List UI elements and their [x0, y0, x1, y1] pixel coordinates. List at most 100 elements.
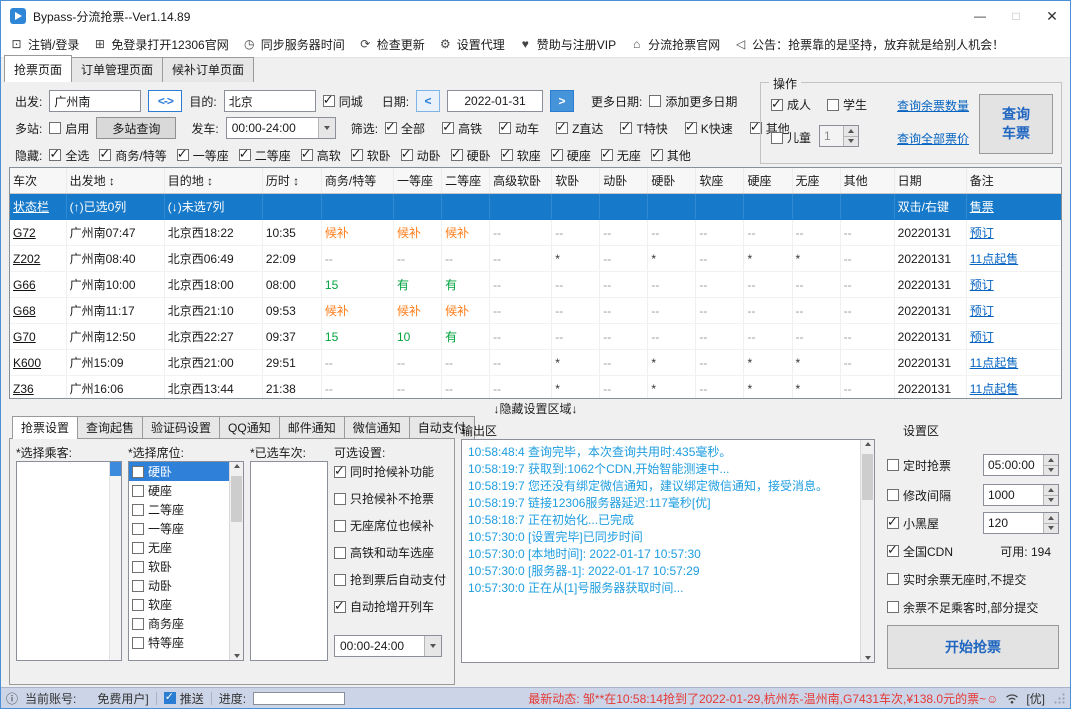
stepper-up-icon[interactable]	[1044, 513, 1058, 523]
scroll-down-icon[interactable]	[861, 656, 874, 660]
stepper-down-icon[interactable]	[1044, 522, 1058, 533]
column-header[interactable]: 一等座	[393, 168, 443, 194]
seat-option[interactable]: 特等座	[129, 633, 229, 652]
menubar-item[interactable]: ⚙ 设置代理	[438, 36, 505, 53]
scroll-up-icon[interactable]	[861, 442, 874, 446]
tab-order-management[interactable]: 订单管理页面	[71, 57, 164, 82]
tab-qq-notify[interactable]: QQ通知	[219, 416, 280, 439]
hide-column-checkbox[interactable]: 硬卧	[450, 146, 491, 164]
column-header[interactable]: 历时 ↕	[262, 168, 322, 194]
table-row[interactable]: G66 广州南10:00 北京西18:00 08:00 15 有有 -- -- -- -- -- --…	[10, 271, 1061, 298]
start-grab-button[interactable]: 开始抢票	[887, 625, 1059, 669]
student-checkbox[interactable]: 学生	[827, 96, 867, 113]
seat-list-scrollbar-thumb[interactable]	[231, 476, 242, 522]
date-input[interactable]	[447, 90, 544, 112]
black-room-stepper[interactable]: 120	[983, 512, 1059, 534]
table-row[interactable]: G68 广州南11:17 北京西21:10 09:53 候补 候补 候补 -- -- -- -- --…	[10, 297, 1061, 324]
child-checkbox[interactable]: 儿童	[771, 129, 811, 146]
hide-column-checkbox[interactable]: 二等座	[238, 146, 291, 164]
maximize-button-icon[interactable]: □	[998, 1, 1034, 31]
seat-list-scrollbar[interactable]	[229, 462, 243, 660]
hide-column-checkbox[interactable]: 高软	[300, 146, 341, 164]
grab-option-checkbox[interactable]: 无座席位也候补	[334, 517, 446, 534]
multi-station-enable-checkbox[interactable]: 启用	[49, 120, 89, 137]
train-type-filter-checkbox[interactable]: Z直达	[556, 119, 603, 137]
scroll-up-icon[interactable]	[230, 464, 243, 468]
multi-station-query-button[interactable]: 多站查询	[96, 117, 177, 139]
seat-option[interactable]: 二等座	[129, 500, 229, 519]
no-seat-no-submit-checkbox[interactable]: 实时余票无座时,不提交	[887, 571, 1026, 588]
sale-status-link[interactable]: 售票	[966, 193, 1061, 220]
table-row[interactable]: Z36 广州16:06 北京西13:44 21:38 -- -- -- -- * -- * -- * * -…	[10, 375, 1061, 398]
next-date-button[interactable]: >	[550, 90, 575, 112]
hide-column-checkbox[interactable]: 一等座	[176, 146, 229, 164]
train-number-link[interactable]: G72	[13, 226, 36, 240]
grab-option-checkbox[interactable]: 高铁和动车选座	[334, 544, 446, 561]
hide-column-checkbox[interactable]: 动卧	[400, 146, 441, 164]
grab-option-checkbox[interactable]: 只抢候补不抢票	[334, 490, 446, 507]
national-cdn-checkbox[interactable]: 全国CDN	[887, 542, 953, 560]
hide-column-checkbox[interactable]: 商务/特等	[99, 146, 167, 164]
column-header[interactable]: 目的地 ↕	[164, 168, 263, 194]
hide-column-checkbox[interactable]: 软座	[500, 146, 541, 164]
stepper-up-icon[interactable]	[1044, 455, 1058, 465]
column-header[interactable]: 动卧	[599, 168, 649, 194]
hide-column-checkbox[interactable]: 硬座	[550, 146, 591, 164]
hide-column-checkbox[interactable]: 全选	[49, 146, 89, 164]
seat-option[interactable]: 动卧	[129, 576, 229, 595]
tab-grab-page[interactable]: 抢票页面	[4, 55, 73, 82]
hide-column-checkbox[interactable]: 其他	[650, 146, 691, 164]
booking-link[interactable]: 预订	[970, 304, 994, 318]
column-header[interactable]: 日期	[894, 168, 967, 194]
menubar-item[interactable]: ◁ 公告：抢票靠的是坚持，放弃就是给别人机会！	[733, 36, 1004, 53]
depart-time-select[interactable]: 00:00-24:00	[225, 117, 336, 139]
black-room-checkbox[interactable]: 小黑屋	[887, 514, 939, 532]
train-type-filter-checkbox[interactable]: 全部	[385, 119, 425, 137]
prev-date-button[interactable]: <	[416, 90, 441, 112]
selected-trains-list[interactable]	[250, 461, 328, 661]
tab-grab-settings[interactable]: 抢票设置	[12, 416, 79, 439]
passenger-list-scrollbar[interactable]	[109, 462, 121, 660]
menubar-item[interactable]: ⊡ 注销/登录	[9, 36, 79, 53]
menubar-item[interactable]: ♥ 赞助与注册VIP	[518, 36, 616, 53]
depart-station-input[interactable]	[49, 90, 142, 112]
table-row[interactable]: G72 广州南07:47 北京西18:22 10:35 候补 候补 候补 -- -- -- -- --…	[10, 219, 1061, 246]
train-number-link[interactable]: G68	[13, 304, 36, 318]
column-header[interactable]: 备注	[966, 168, 1061, 194]
column-header[interactable]: 无座	[792, 168, 841, 194]
seat-option[interactable]: 无座	[129, 538, 229, 557]
menubar-item[interactable]: ⊞ 免登录打开12306官网	[92, 36, 229, 53]
output-scrollbar-thumb[interactable]	[862, 454, 873, 500]
train-type-filter-checkbox[interactable]: K快速	[684, 119, 733, 137]
booking-link[interactable]: 预订	[970, 226, 994, 240]
train-type-filter-checkbox[interactable]: T特快	[620, 119, 668, 137]
table-row[interactable]: G70 广州南12:50 北京西22:27 09:37 15 10 有 -- -- -- -- -- -…	[10, 323, 1061, 350]
grab-option-checkbox[interactable]: 自动抢增开列车	[334, 598, 446, 615]
timed-grab-checkbox[interactable]: 定时抢票	[887, 457, 951, 474]
stepper-up-icon[interactable]	[844, 126, 858, 136]
stepper-down-icon[interactable]	[1044, 464, 1058, 475]
grab-time-range-select[interactable]: 00:00-24:00	[334, 635, 442, 657]
seat-option[interactable]: 商务座	[129, 614, 229, 633]
tab-mail-notify[interactable]: 邮件通知	[278, 416, 345, 439]
same-city-checkbox[interactable]: 同城	[322, 92, 363, 110]
booking-link[interactable]: 11点起售	[970, 252, 1018, 266]
menubar-item[interactable]: ◷ 同步服务器时间	[242, 36, 345, 53]
booking-link[interactable]: 预订	[970, 278, 994, 292]
train-number-link[interactable]: Z36	[13, 382, 34, 396]
booking-link[interactable]: 预订	[970, 330, 994, 344]
swap-stations-button[interactable]: <->	[148, 90, 183, 112]
interval-stepper[interactable]: 1000	[983, 484, 1059, 506]
train-type-filter-checkbox[interactable]: 高铁	[442, 119, 482, 137]
hide-column-checkbox[interactable]: 软卧	[350, 146, 391, 164]
query-tickets-button[interactable]: 查询车票	[979, 94, 1053, 154]
column-header[interactable]: 车次	[10, 168, 67, 194]
booking-link[interactable]: 11点起售	[970, 356, 1018, 370]
column-header[interactable]: 软卧	[551, 168, 601, 194]
menubar-item[interactable]: ⌂ 分流抢票官网	[629, 36, 720, 53]
timed-grab-time-stepper[interactable]: 05:00:00	[983, 454, 1059, 476]
modify-interval-checkbox[interactable]: 修改间隔	[887, 487, 951, 504]
column-header[interactable]: 商务/特等	[321, 168, 395, 194]
column-header[interactable]: 软座	[695, 168, 745, 194]
tab-captcha-settings[interactable]: 验证码设置	[142, 416, 221, 439]
